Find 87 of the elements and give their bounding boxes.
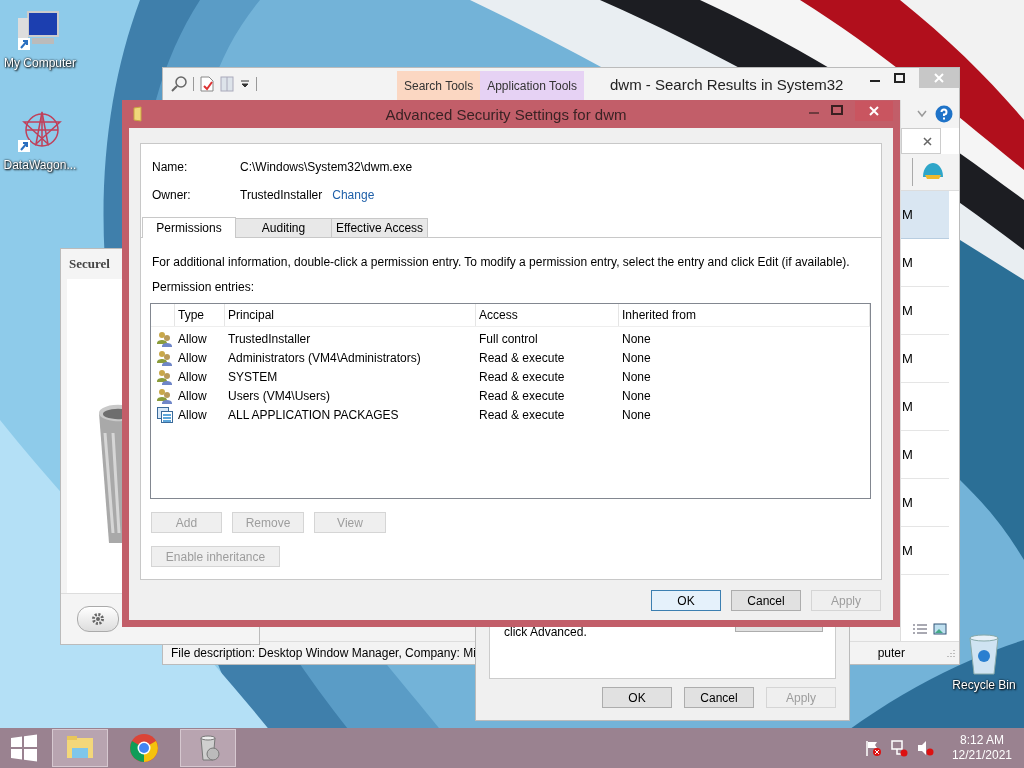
dialog-title: Advanced Security Settings for dwm <box>384 105 628 123</box>
file-path: C:\Windows\System32\dwm.exe <box>240 160 413 174</box>
table-cell-text: None <box>621 369 652 384</box>
table-cell-text: SYSTEM <box>227 369 279 384</box>
tab[interactable]: Auditing <box>235 218 332 237</box>
users-icon <box>156 368 173 385</box>
list-row[interactable]: M <box>901 287 949 335</box>
list-row[interactable]: M <box>901 191 949 239</box>
table-cell-text: Read & execute <box>478 407 566 422</box>
table-cell-text: Read & execute <box>478 369 566 384</box>
table-cell-text: None <box>621 350 652 365</box>
list-row[interactable]: M <box>901 527 949 575</box>
desktop-icon-label: Recycle Bin <box>952 678 1016 692</box>
browser-icon <box>128 732 160 764</box>
column-header[interactable]: Access <box>476 304 619 326</box>
table-cell-text: Users (VM4\Users) <box>227 388 331 403</box>
dialog-button[interactable]: Cancel <box>684 687 754 708</box>
clock-time: 8:12 AM <box>959 733 1004 748</box>
owner-name: TrustedInstaller <box>240 188 323 202</box>
dialog-button[interactable]: OK <box>602 687 672 708</box>
close-icon <box>869 106 879 116</box>
table-cell-text: ALL APPLICATION PACKAGES <box>227 407 400 422</box>
close-icon <box>934 73 944 83</box>
table-cell-text: Administrators (VM4\Administrators) <box>227 350 422 365</box>
list-row[interactable]: M <box>901 431 949 479</box>
settings-button[interactable] <box>77 606 119 632</box>
clock-date: 12/21/2021 <box>951 748 1012 763</box>
speaker-icon[interactable] <box>915 739 934 757</box>
status-text: File description: Desktop Window Manager, Company: Mi <box>171 646 476 660</box>
list-row[interactable]: M <box>901 239 949 287</box>
clear-icon[interactable] <box>923 136 932 146</box>
table-cell-text: Allow <box>177 388 208 403</box>
info-text: For additional information, double-click a permission entry. To modify a permission entry, select the entry and click Edit (if available). <box>152 255 851 269</box>
network-icon[interactable] <box>889 739 908 757</box>
list-row[interactable]: M <box>901 383 949 431</box>
column-header[interactable]: Principal <box>225 304 476 326</box>
ribbon-tab[interactable]: Search Tools <box>397 71 481 100</box>
flag-icon[interactable] <box>863 739 882 757</box>
table-cell-text: Allow <box>177 407 208 422</box>
users-icon <box>156 330 173 347</box>
app-title: Securel <box>69 255 110 273</box>
users-icon <box>156 349 173 366</box>
chevron-icon[interactable] <box>917 110 927 118</box>
dialog-button[interactable]: OK <box>651 590 721 611</box>
close-button[interactable] <box>855 101 893 121</box>
tab[interactable]: Permissions <box>142 217 236 238</box>
package-icon <box>156 406 173 423</box>
users-icon <box>156 387 173 404</box>
column-header[interactable]: Type <box>175 304 225 326</box>
table-cell-text: TrustedInstaller <box>227 331 312 346</box>
status-text: puter <box>877 646 905 660</box>
table-cell-text: Full control <box>478 331 539 346</box>
help-icon[interactable] <box>935 105 953 123</box>
desktop-icon-label: My Computer <box>4 56 76 70</box>
field-label: Name: <box>152 160 189 174</box>
taskbar-button[interactable] <box>180 729 236 767</box>
table-cell-text: Allow <box>177 331 208 346</box>
large-icons-view-icon[interactable] <box>933 623 947 635</box>
field-label: Owner: <box>152 188 192 202</box>
folder-icon <box>133 106 143 122</box>
window-title: dwm - Search Results in System32 <box>610 74 844 95</box>
start-icon[interactable] <box>10 734 38 762</box>
gear-icon <box>91 612 105 626</box>
maximize-icon[interactable] <box>894 73 905 83</box>
table-cell-text: Read & execute <box>478 388 566 403</box>
ribbon-tab[interactable]: Application Tools <box>480 71 584 100</box>
details-view-icon[interactable] <box>913 624 927 634</box>
desktop-icon-label: DataWagon... <box>3 158 77 172</box>
table-cell-text: Allow <box>177 369 208 384</box>
list-row[interactable]: M <box>901 335 949 383</box>
search-icon[interactable] <box>171 76 187 92</box>
resize-grip-icon <box>947 649 955 657</box>
dialog-button[interactable]: Cancel <box>731 590 801 611</box>
tab[interactable]: Effective Access <box>331 218 428 237</box>
table-cell-text: None <box>621 331 652 346</box>
column-header[interactable]: Inherited from <box>619 304 870 326</box>
section-label: Permission entries: <box>152 280 256 294</box>
list-row[interactable]: M <box>901 479 949 527</box>
table-cell-text: Allow <box>177 350 208 365</box>
change-link[interactable]: Change <box>332 188 375 202</box>
dropdown-icon[interactable] <box>240 79 250 89</box>
hint-text: click Advanced. <box>504 625 587 639</box>
table-cell-text: None <box>621 407 652 422</box>
document-icon[interactable] <box>200 76 214 92</box>
search-field[interactable] <box>901 128 941 154</box>
table-cell-text: Read & execute <box>478 350 566 365</box>
table-cell-text: None <box>621 388 652 403</box>
